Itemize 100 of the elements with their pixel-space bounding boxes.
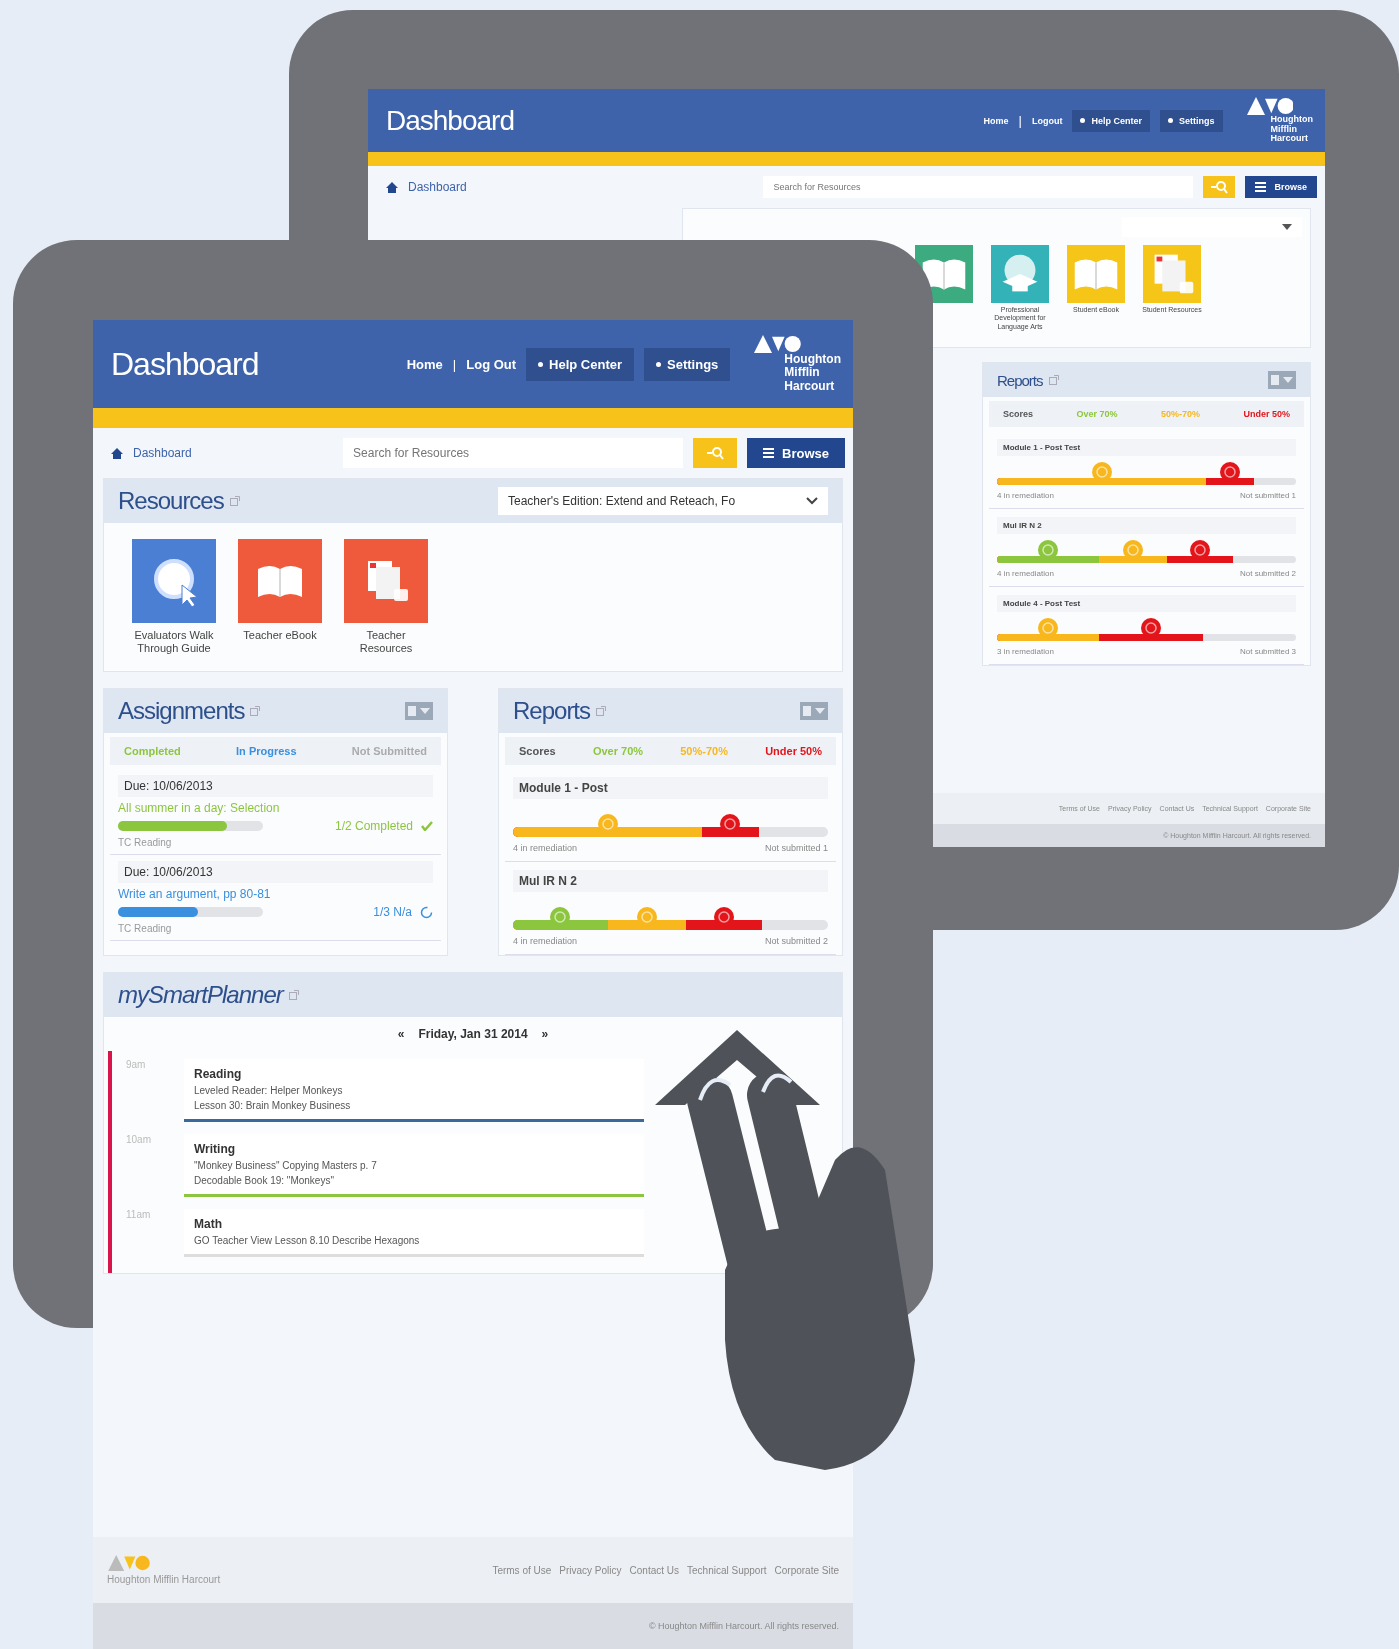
logout-link[interactable]: Logout — [1032, 115, 1063, 126]
not-submitted-count: Not submitted 2 — [1239, 569, 1296, 579]
copyright-text: © Houghton Mifflin Harcourt. All rights reserved. — [93, 1603, 853, 1649]
external-link-icon[interactable] — [1048, 375, 1059, 386]
legend-label: 50%-70% — [1160, 409, 1200, 420]
resource-dropdown[interactable] — [1122, 217, 1302, 237]
assignment-link[interactable]: Write an argument, pp 80-81 — [118, 887, 433, 902]
nav-button[interactable]: Settings — [644, 347, 731, 381]
home-link[interactable]: Home — [406, 356, 443, 372]
remediation-count: 4 in remediation — [997, 569, 1054, 579]
logo-text: Harcourt — [1270, 134, 1309, 145]
time-label: 11am — [126, 1209, 152, 1223]
resource-dropdown[interactable]: Teacher's Edition: Extend and Reteach, Fo — [498, 487, 828, 515]
resource-tile[interactable] — [344, 539, 428, 623]
resource-tile[interactable] — [1143, 245, 1201, 303]
home-icon[interactable] — [386, 181, 398, 193]
logo-text: Mifflin — [1270, 124, 1297, 135]
remediation-count: 4 in remediation — [997, 491, 1054, 501]
search-field[interactable]: Search for Resources — [763, 176, 1194, 198]
page-title: Dashboard — [111, 345, 260, 383]
footer-link[interactable]: Corporate Site — [774, 1564, 839, 1576]
time-label: 10am — [126, 1134, 152, 1148]
panel-toggle-icon[interactable] — [1268, 371, 1296, 390]
home-link[interactable]: Home — [983, 115, 1009, 126]
resource-tile[interactable] — [991, 245, 1049, 303]
footer-link[interactable]: Terms of Use — [492, 1564, 552, 1576]
footer-link[interactable]: Contact Us — [629, 1564, 679, 1576]
search-field[interactable]: Search for Resources — [343, 438, 684, 468]
due-date: Due: 10/06/2013 — [118, 861, 433, 884]
list-icon — [763, 448, 775, 458]
previous-day-button[interactable]: « — [397, 1027, 405, 1042]
nav-button[interactable]: Help Center — [1072, 109, 1150, 132]
breadcrumb-link[interactable]: Dashboard — [408, 180, 467, 194]
remediation-count: 3 in remediation — [997, 647, 1054, 657]
nav-separator: | — [452, 356, 457, 372]
legend-label: Under 50% — [1243, 409, 1290, 420]
tile-label: Teacher eBook — [243, 629, 317, 643]
class-name: TC Reading — [118, 837, 173, 849]
panel-toggle-icon[interactable] — [405, 702, 433, 721]
time-label: 9am — [126, 1059, 147, 1073]
caret-icon — [806, 497, 818, 505]
filter-tab[interactable]: In Progress — [236, 745, 297, 758]
legend-label: Under 50% — [765, 745, 822, 758]
panel-toggle-icon[interactable] — [800, 702, 828, 721]
not-submitted-count: Not submitted 2 — [764, 936, 828, 947]
legend-label: Over 70% — [1076, 409, 1118, 420]
resource-tile[interactable] — [132, 539, 216, 623]
logo-text: Houghton — [1270, 114, 1313, 124]
logo-shapes-icon — [107, 1555, 151, 1571]
resource-tile[interactable] — [238, 539, 322, 623]
tile-label: Teacher Resources — [358, 629, 414, 656]
logout-link[interactable]: Log Out — [466, 356, 517, 372]
logo-shapes-icon — [1246, 96, 1294, 115]
search-icon — [706, 446, 725, 460]
breadcrumb-link[interactable]: Dashboard — [133, 446, 192, 460]
page-title: Dashboard — [386, 104, 515, 137]
search-button[interactable] — [693, 438, 738, 468]
home-icon[interactable] — [111, 447, 123, 459]
due-date: Due: 10/06/2013 — [118, 775, 433, 798]
report-name: Module 1 - Post — [513, 777, 828, 800]
browse-button[interactable]: Browse — [747, 438, 845, 468]
panel-title: Reports — [513, 697, 591, 726]
next-day-button[interactable]: » — [541, 1027, 549, 1042]
external-link-icon[interactable] — [250, 706, 261, 717]
panel-title: mySmartPlanner — [118, 981, 283, 1010]
footer-link[interactable]: Technical Support — [687, 1564, 767, 1576]
panel-title: Reports — [997, 371, 1043, 389]
panel-title: Resources — [118, 487, 224, 515]
planner-event[interactable]: Math GO Teacher View Lesson 8.10 Describe Hexagons — [184, 1209, 644, 1258]
logo-text: Houghton — [784, 353, 841, 367]
browse-button[interactable]: Browse — [1245, 176, 1317, 198]
nav-separator: | — [1018, 113, 1022, 128]
refresh-icon — [420, 905, 433, 919]
planner-event[interactable]: Writing "Monkey Business" Copying Masters p. 7 Decodable Book 19: "Monkeys" — [184, 1134, 644, 1198]
brand-name: Houghton Mifflin Harcourt — [107, 1574, 221, 1585]
nav-button[interactable]: Settings — [1160, 109, 1223, 132]
not-submitted-count: Not submitted 3 — [1239, 647, 1296, 657]
list-icon — [1255, 182, 1267, 192]
legend-label: Scores — [1003, 409, 1034, 420]
report-name: Module 4 - Post Test — [997, 595, 1296, 613]
resource-tile[interactable] — [1067, 245, 1125, 303]
footer-link[interactable]: Privacy Policy — [559, 1564, 622, 1576]
tile-label: Evaluators Walk Through Guide — [133, 629, 215, 656]
legend-label: 50%-70% — [680, 745, 728, 758]
checkmark-icon — [421, 821, 433, 832]
external-link-icon[interactable] — [596, 706, 607, 717]
remediation-count: 4 in remediation — [513, 936, 578, 947]
search-button[interactable] — [1203, 176, 1236, 198]
class-name: TC Reading — [118, 923, 173, 935]
planner-date: Friday, Jan 31 2014 — [418, 1027, 528, 1042]
report-name: Mul IR N 2 — [513, 870, 828, 893]
legend-label: Scores — [519, 745, 556, 758]
logo-text: Mifflin — [784, 366, 820, 380]
logo-text: Harcourt — [784, 379, 835, 393]
external-link-icon[interactable] — [288, 990, 299, 1001]
not-submitted-count: Not submitted 1 — [1239, 491, 1296, 501]
assignment-status: 1/3 N/a — [373, 905, 412, 920]
planner-event[interactable]: Reading Leveled Reader: Helper Monkeys Lesson 30: Brain Monkey Business — [184, 1059, 644, 1123]
nav-button[interactable]: Help Center — [526, 347, 635, 381]
external-link-icon[interactable] — [229, 496, 240, 506]
